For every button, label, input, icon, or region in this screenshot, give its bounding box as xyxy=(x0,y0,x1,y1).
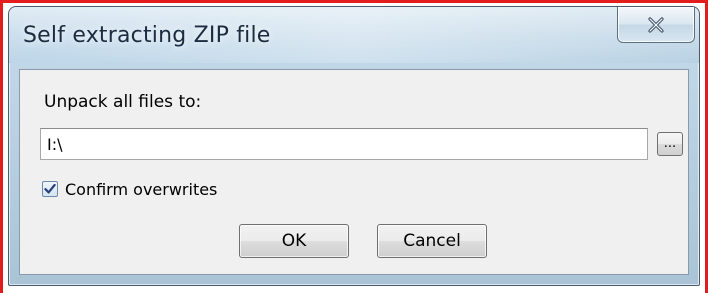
title-bar[interactable]: Self extracting ZIP file xyxy=(9,7,699,63)
checkmark-icon xyxy=(44,183,56,195)
browse-button[interactable]: ... xyxy=(657,132,683,156)
confirm-overwrites-label[interactable]: Confirm overwrites xyxy=(65,180,217,199)
window-title: Self extracting ZIP file xyxy=(23,23,271,48)
dialog-window: Self extracting ZIP file Unpack all file… xyxy=(8,6,700,286)
unpack-label: Unpack all files to: xyxy=(44,92,202,112)
close-button[interactable] xyxy=(617,7,695,43)
confirm-overwrites-row[interactable]: Confirm overwrites xyxy=(42,178,217,200)
ok-button[interactable]: OK xyxy=(239,224,349,258)
dialog-client-area: Unpack all files to: ... Confirm overwri… xyxy=(19,69,689,275)
confirm-overwrites-checkbox[interactable] xyxy=(42,181,58,197)
close-icon xyxy=(647,16,665,33)
cancel-button[interactable]: Cancel xyxy=(377,224,487,258)
destination-path-input[interactable] xyxy=(40,128,648,160)
